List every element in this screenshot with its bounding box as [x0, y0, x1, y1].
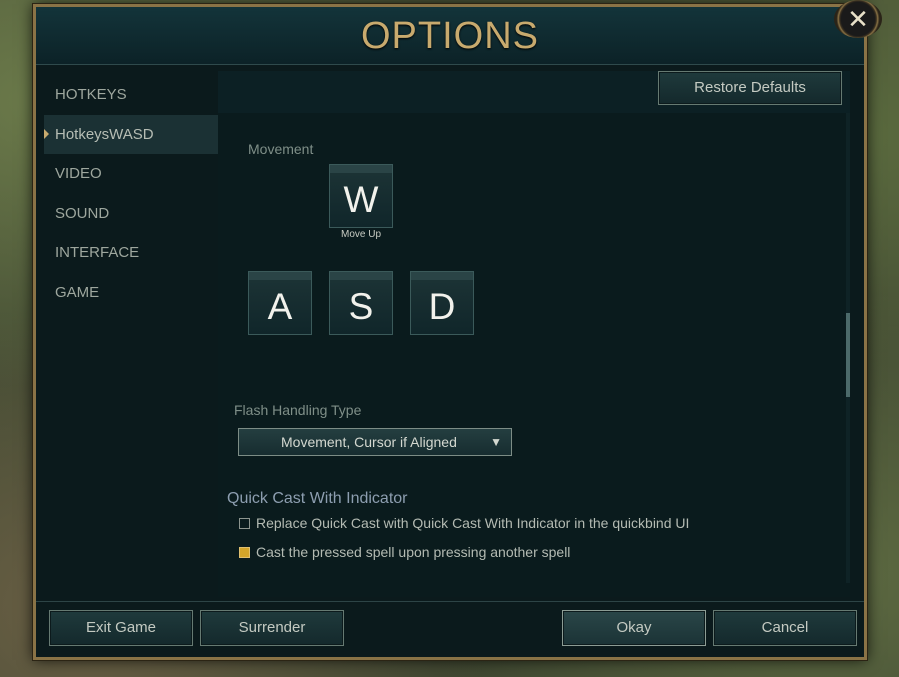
sidebar-item-sound[interactable]: SOUND [44, 194, 218, 234]
options-sidebar: HOTKEYS HotkeysWASD VIDEO SOUND INTERFAC… [44, 75, 218, 595]
quick-cast-option-replace[interactable]: Replace Quick Cast with Quick Cast With … [239, 515, 689, 531]
flash-handling-dropdown[interactable]: Movement, Cursor if Aligned ▼ [238, 428, 512, 456]
exit-game-button[interactable]: Exit Game [49, 610, 193, 646]
restore-defaults-button[interactable]: Restore Defaults [658, 71, 842, 105]
replace-quick-cast-label: Replace Quick Cast with Quick Cast With … [256, 515, 690, 531]
flash-handling-label: Flash Handling Type [234, 402, 362, 418]
key-move-right[interactable]: D [410, 271, 474, 335]
options-window: OPTIONS HOTKEYS HotkeysWASD VIDEO SOUND … [33, 4, 867, 660]
flash-handling-selected: Movement, Cursor if Aligned [281, 434, 457, 450]
movement-label: Movement [248, 141, 314, 157]
cast-pressed-spell-label: Cast the pressed spell upon pressing ano… [256, 544, 571, 560]
sidebar-item-interface[interactable]: INTERFACE [44, 233, 218, 273]
chevron-down-icon: ▼ [490, 435, 502, 449]
scrollbar-thumb[interactable] [846, 313, 850, 397]
cancel-button[interactable]: Cancel [713, 610, 857, 646]
cast-pressed-spell-checkbox[interactable] [239, 547, 250, 558]
quick-cast-heading: Quick Cast With Indicator [227, 490, 408, 507]
title-bar: OPTIONS [36, 7, 864, 65]
content-scrollbar[interactable] [846, 113, 850, 583]
sidebar-item-game[interactable]: GAME [44, 273, 218, 313]
okay-button[interactable]: Okay [562, 610, 706, 646]
move-up-caption: Move Up [341, 229, 382, 240]
quick-cast-option-cast-pressed[interactable]: Cast the pressed spell upon pressing ano… [239, 544, 570, 560]
close-icon[interactable]: ✕ [834, 0, 882, 38]
replace-quick-cast-checkbox[interactable] [239, 518, 250, 529]
sidebar-item-hotkeys-wasd[interactable]: HotkeysWASD [44, 114, 218, 154]
footer-divider [36, 601, 864, 602]
key-move-up[interactable]: W [329, 164, 393, 228]
key-move-left[interactable]: A [248, 271, 312, 335]
key-move-down[interactable]: S [329, 271, 393, 335]
sidebar-item-video[interactable]: VIDEO [44, 154, 218, 194]
surrender-button[interactable]: Surrender [200, 610, 344, 646]
window-title: OPTIONS [360, 15, 540, 57]
sidebar-item-hotkeys[interactable]: HOTKEYS [44, 75, 218, 115]
